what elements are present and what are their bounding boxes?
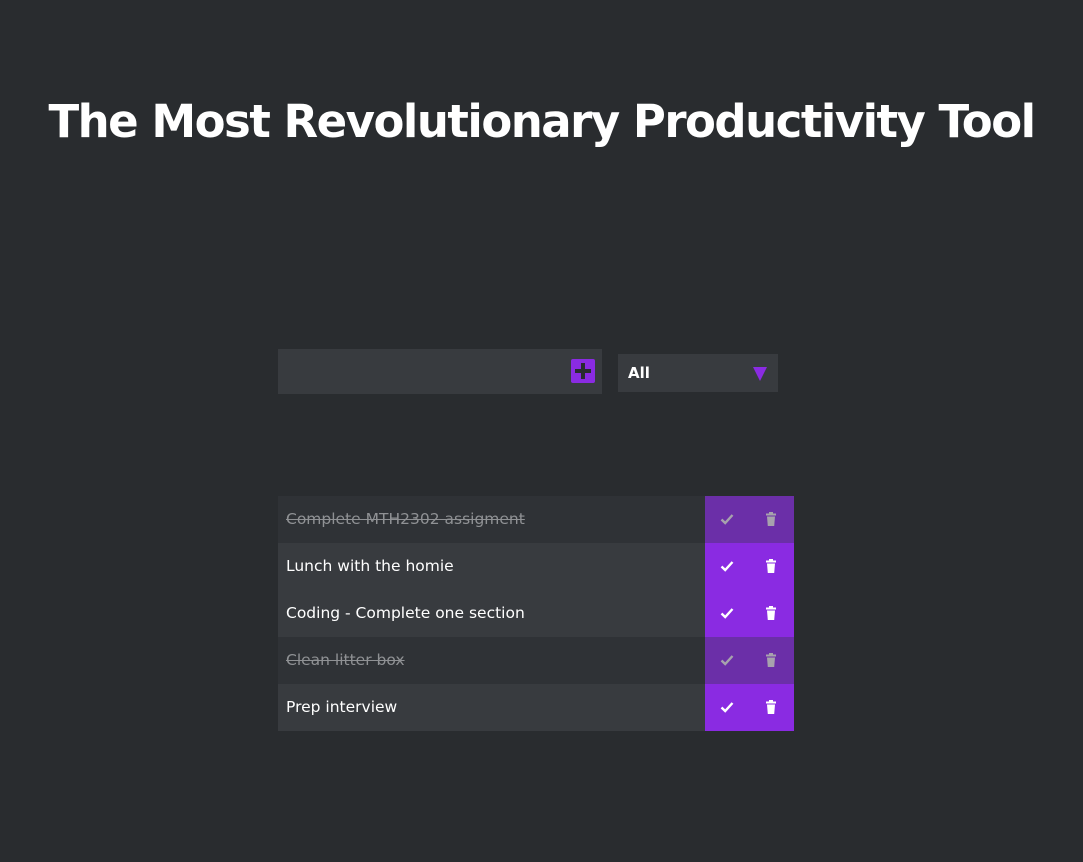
- todo-item: Lunch with the homie: [278, 543, 794, 590]
- complete-button[interactable]: [705, 496, 749, 543]
- filter-selected-value: All: [628, 364, 650, 382]
- todo-actions: [705, 543, 794, 590]
- check-icon: [720, 608, 734, 619]
- complete-button[interactable]: [705, 590, 749, 637]
- trash-icon: [766, 700, 776, 714]
- delete-button[interactable]: [749, 496, 793, 543]
- add-todo-button[interactable]: [571, 359, 595, 383]
- todo-text: Complete MTH2302 assigment: [286, 510, 525, 528]
- check-icon: [720, 702, 734, 713]
- page-title: The Most Revolutionary Productivity Tool: [48, 95, 1036, 148]
- todo-item: Complete MTH2302 assigment: [278, 496, 794, 543]
- todo-form: All: [278, 349, 778, 394]
- delete-button[interactable]: [749, 590, 793, 637]
- todo-text: Prep interview: [286, 698, 398, 716]
- todo-actions: [705, 684, 794, 731]
- todo-item: Clean litter box: [278, 637, 794, 684]
- check-icon: [720, 514, 734, 525]
- todo-actions: [705, 637, 794, 684]
- todo-input[interactable]: [278, 349, 568, 394]
- triangle-down-icon: [753, 367, 767, 381]
- delete-button[interactable]: [749, 543, 793, 590]
- todo-input-container: [278, 349, 602, 394]
- todo-text: Clean litter box: [286, 651, 405, 669]
- complete-button[interactable]: [705, 543, 749, 590]
- todo-text: Lunch with the homie: [286, 557, 454, 575]
- todo-text: Coding - Complete one section: [286, 604, 525, 622]
- complete-button[interactable]: [705, 637, 749, 684]
- trash-icon: [766, 606, 776, 620]
- complete-button[interactable]: [705, 684, 749, 731]
- todo-actions: [705, 496, 794, 543]
- filter-select[interactable]: All: [618, 354, 778, 392]
- todo-item: Coding - Complete one section: [278, 590, 794, 637]
- todo-list: Complete MTH2302 assigment Lunch with th…: [278, 496, 794, 731]
- trash-icon: [766, 512, 776, 526]
- todo-actions: [705, 590, 794, 637]
- delete-button[interactable]: [749, 684, 793, 731]
- trash-icon: [766, 653, 776, 667]
- delete-button[interactable]: [749, 637, 793, 684]
- check-icon: [720, 655, 734, 666]
- check-icon: [720, 561, 734, 572]
- todo-item: Prep interview: [278, 684, 794, 731]
- trash-icon: [766, 559, 776, 573]
